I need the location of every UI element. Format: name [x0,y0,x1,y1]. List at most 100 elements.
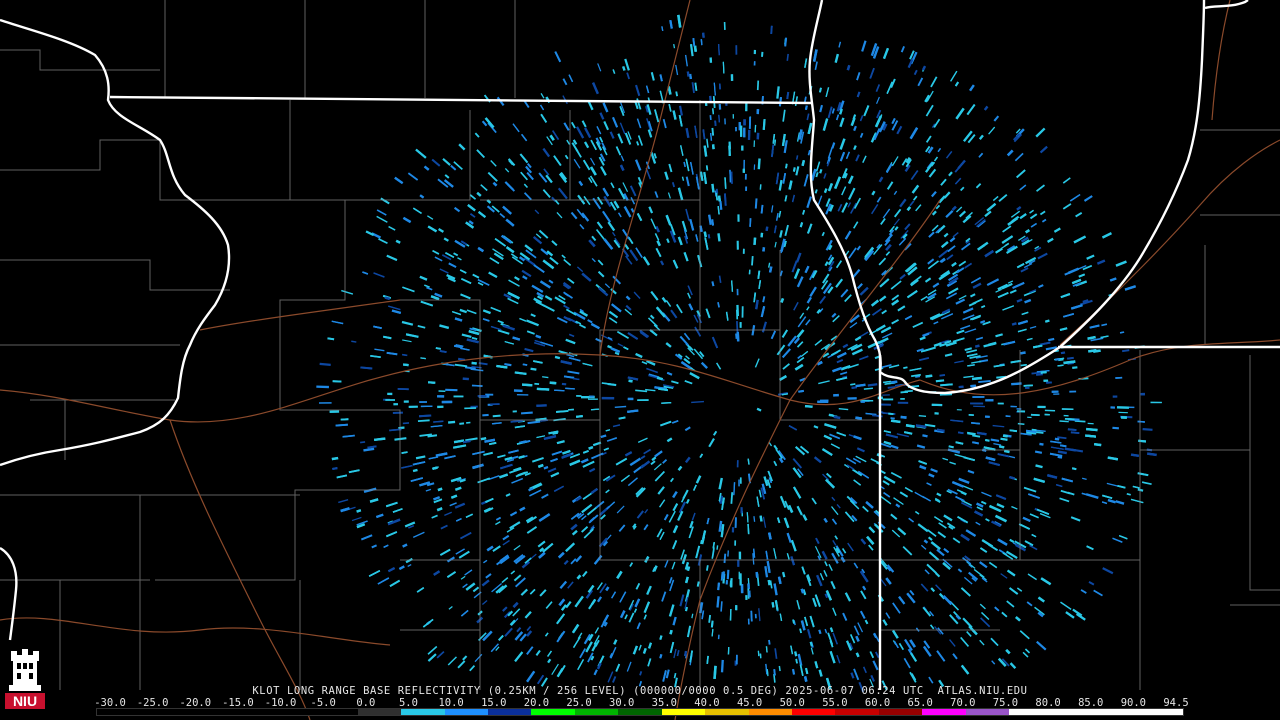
echo-pixel [736,288,739,296]
echo-pixel [847,397,857,400]
echo-pixel [997,402,1004,405]
colorbar-swatch [1139,709,1183,715]
echo-pixel [1016,408,1022,410]
colorbar-swatch [661,709,706,715]
echo-pixel [879,403,891,406]
colorbar-swatch [748,709,792,715]
echo-pixel [561,382,567,386]
echo-pixel [739,477,742,484]
echo-pixel [1005,415,1011,418]
echo-pixel [934,412,939,415]
echo-pixel [968,414,974,416]
echo-pixel [709,57,713,63]
echo-pixel [1112,395,1118,398]
echo-pixel [1051,390,1059,393]
echo-pixel [637,399,649,402]
colorbar-swatch [618,709,662,715]
colorbar-swatch [401,709,445,715]
echo-pixel [420,405,433,408]
echo-pixel [385,399,396,401]
echo-pixel [741,145,744,151]
echo-pixel [970,402,984,405]
echo-pixel [747,618,750,625]
echo-pixel [1127,406,1135,409]
echo-pixel [718,103,722,110]
echo-pixel [734,540,737,546]
echo-pixel [453,395,464,398]
echo-pixel [748,269,751,275]
echo-pixel [513,389,523,393]
echo-pixel [329,410,340,413]
echo-pixel [736,304,739,317]
echo-pixel [1069,390,1077,393]
colorbar-swatch [835,709,879,715]
echo-pixel [732,114,734,119]
echo-pixel [735,605,738,611]
echo-pixel [393,403,398,406]
echo-pixel [748,117,752,129]
echo-pixel [730,74,734,81]
radar-map [0,0,1280,720]
echo-pixel [723,21,726,30]
product-caption: KLOT LONG RANGE BASE REFLECTIVITY (0.25K… [252,685,1028,697]
reflectivity-colorbar [96,708,1184,716]
echo-pixel [970,384,976,388]
echo-pixel [743,119,746,126]
echo-pixel [627,397,634,401]
echo-pixel [1061,408,1074,411]
echo-pixel [897,401,909,404]
colorbar-swatch [965,709,1010,715]
colorbar-swatch [1096,709,1140,715]
colorbar-swatch [270,709,315,715]
echo-pixel [387,392,393,396]
echo-pixel [1037,405,1046,409]
colorbar-swatch [574,709,619,715]
colorbar-swatch [531,709,575,715]
echo-pixel [403,400,409,403]
echo-pixel [576,395,582,397]
echo-pixel [1120,416,1127,419]
echo-pixel [736,460,739,468]
echo-pixel [817,400,829,403]
echo-pixel [588,398,598,400]
echo-pixel [753,61,756,66]
echo-pixel [428,381,435,384]
echo-pixel [1110,406,1115,409]
echo-pixel [747,129,751,140]
echo-pixel [408,405,418,408]
logo-text: NIU [13,693,37,709]
niu-logo: NIU [3,645,47,713]
echo-pixel [736,331,740,342]
echo-pixel [462,377,469,381]
echo-pixel [482,413,489,417]
echo-pixel [958,385,964,389]
echo-pixel [741,306,744,318]
echo-pixel [736,240,739,250]
echo-pixel [441,400,453,404]
echo-pixel [743,127,746,138]
echo-pixel [1043,379,1049,382]
echo-pixel [419,401,427,403]
echo-pixel [1116,406,1129,409]
echo-pixel [735,45,738,55]
echo-pixel [589,395,594,398]
echo-pixel [1063,414,1069,417]
echo-pixel [735,126,737,132]
echo-pixel [740,125,743,137]
echo-pixel [702,32,705,38]
echo-pixel [740,507,743,514]
echo-pixel [931,403,943,407]
echo-pixel [731,527,735,533]
echo-pixel [1053,393,1060,395]
echo-pixel [738,551,742,560]
echo-pixel [761,51,764,57]
echo-pixel [742,248,745,254]
echo-pixel [1044,413,1050,416]
echo-pixel [900,398,905,400]
echo-pixel [516,394,529,396]
echo-pixel [972,396,985,398]
colorbar-swatch [1052,709,1097,715]
colorbar-swatch [444,709,488,715]
colorbar-swatch [357,709,402,715]
echo-pixel [512,410,517,413]
